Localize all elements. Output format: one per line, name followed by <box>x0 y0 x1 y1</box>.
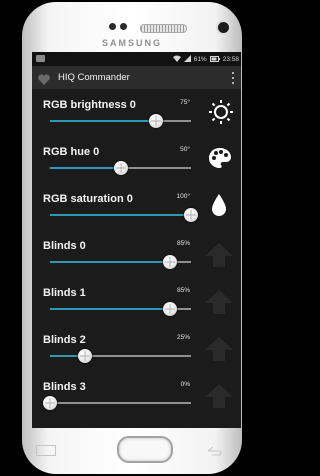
back-button[interactable] <box>206 443 222 456</box>
home-button[interactable] <box>117 436 173 463</box>
control-row: Blinds 1 85% <box>32 277 241 324</box>
control-value: 85% <box>176 287 190 294</box>
control-value: 85% <box>176 240 190 247</box>
control-row: RGB saturation 0 100° <box>32 183 241 230</box>
water-drop-icon <box>211 193 227 222</box>
slider-thumb[interactable] <box>43 396 57 410</box>
control-label: RGB hue 0 <box>43 146 100 158</box>
wifi-icon <box>172 55 181 64</box>
recent-apps-button[interactable] <box>36 445 56 456</box>
control-row: RGB hue 0 50° <box>32 136 241 183</box>
app-screen: 61% 23:58 HIQ Commander RGB brightness 0… <box>32 52 241 428</box>
app-title: HIQ Commander <box>58 72 130 83</box>
arrow-up-icon[interactable] <box>204 242 234 273</box>
overflow-menu-icon[interactable] <box>232 72 235 84</box>
control-value: 0% <box>180 381 190 388</box>
control-label: Blinds 0 <box>43 240 86 252</box>
slider-thumb[interactable] <box>113 161 128 175</box>
arrow-up-icon[interactable] <box>204 289 234 320</box>
status-bar: 61% 23:58 <box>32 52 241 66</box>
control-label: Blinds 2 <box>43 334 86 346</box>
control-label: RGB brightness 0 <box>43 99 136 111</box>
sensor-dots <box>109 23 131 31</box>
slider-track-empty[interactable] <box>120 167 191 169</box>
slider-thumb[interactable] <box>184 208 198 222</box>
sun-icon <box>208 99 234 130</box>
signal-icon <box>183 55 191 64</box>
control-label: Blinds 1 <box>43 287 86 299</box>
control-row: Blinds 3 0% <box>32 371 241 418</box>
control-value: 75° <box>180 99 190 106</box>
slider-track-filled[interactable] <box>50 167 121 169</box>
arrow-up-icon[interactable] <box>204 383 234 414</box>
control-label: RGB saturation 0 <box>43 193 133 205</box>
slider-track-filled[interactable] <box>50 120 156 122</box>
slider-thumb[interactable] <box>162 302 177 316</box>
slider-thumb[interactable] <box>162 255 177 269</box>
heart-icon <box>38 72 50 85</box>
control-row: Blinds 0 85% <box>32 230 241 277</box>
clock: 23:58 <box>222 56 239 63</box>
battery-icon <box>209 55 220 64</box>
hardware-nav-bar <box>32 428 241 472</box>
control-value: 25% <box>176 334 190 341</box>
slider-thumb[interactable] <box>78 349 93 363</box>
earpiece-speaker <box>140 24 187 33</box>
palette-icon <box>208 147 232 174</box>
control-value: 100° <box>176 193 190 200</box>
arrow-up-icon[interactable] <box>204 336 234 367</box>
control-value: 50° <box>180 146 190 153</box>
slider-thumb[interactable] <box>148 114 163 128</box>
control-row: Blinds 2 25% <box>32 324 241 371</box>
device-brand: SAMSUNG <box>101 38 162 48</box>
battery-percent: 61% <box>193 56 207 63</box>
front-camera <box>218 22 229 33</box>
slider-track-empty[interactable] <box>85 355 191 357</box>
slider-track-filled[interactable] <box>50 214 191 216</box>
app-bar: HIQ Commander <box>32 66 241 89</box>
control-label: Blinds 3 <box>43 381 86 393</box>
slider-track-empty[interactable] <box>50 402 191 404</box>
slider-track-filled[interactable] <box>50 308 170 310</box>
control-row: RGB brightness 0 75° <box>32 89 241 136</box>
notification-icon <box>36 55 45 62</box>
slider-track-filled[interactable] <box>50 261 170 263</box>
